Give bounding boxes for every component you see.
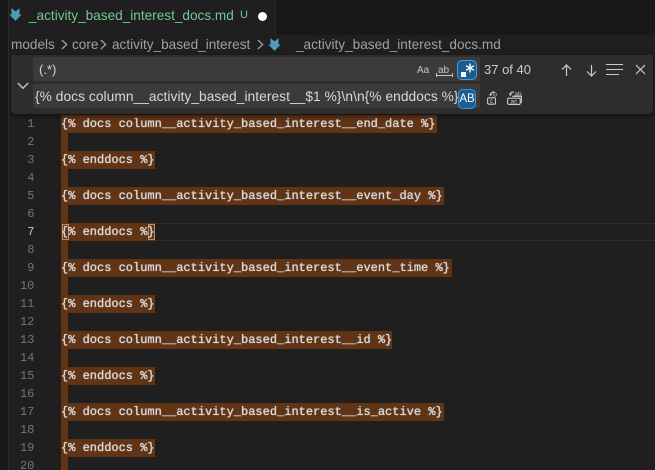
svg-text:ab: ab (514, 91, 522, 98)
svg-text:ac: ac (510, 98, 518, 105)
svg-text:b: b (493, 92, 497, 99)
